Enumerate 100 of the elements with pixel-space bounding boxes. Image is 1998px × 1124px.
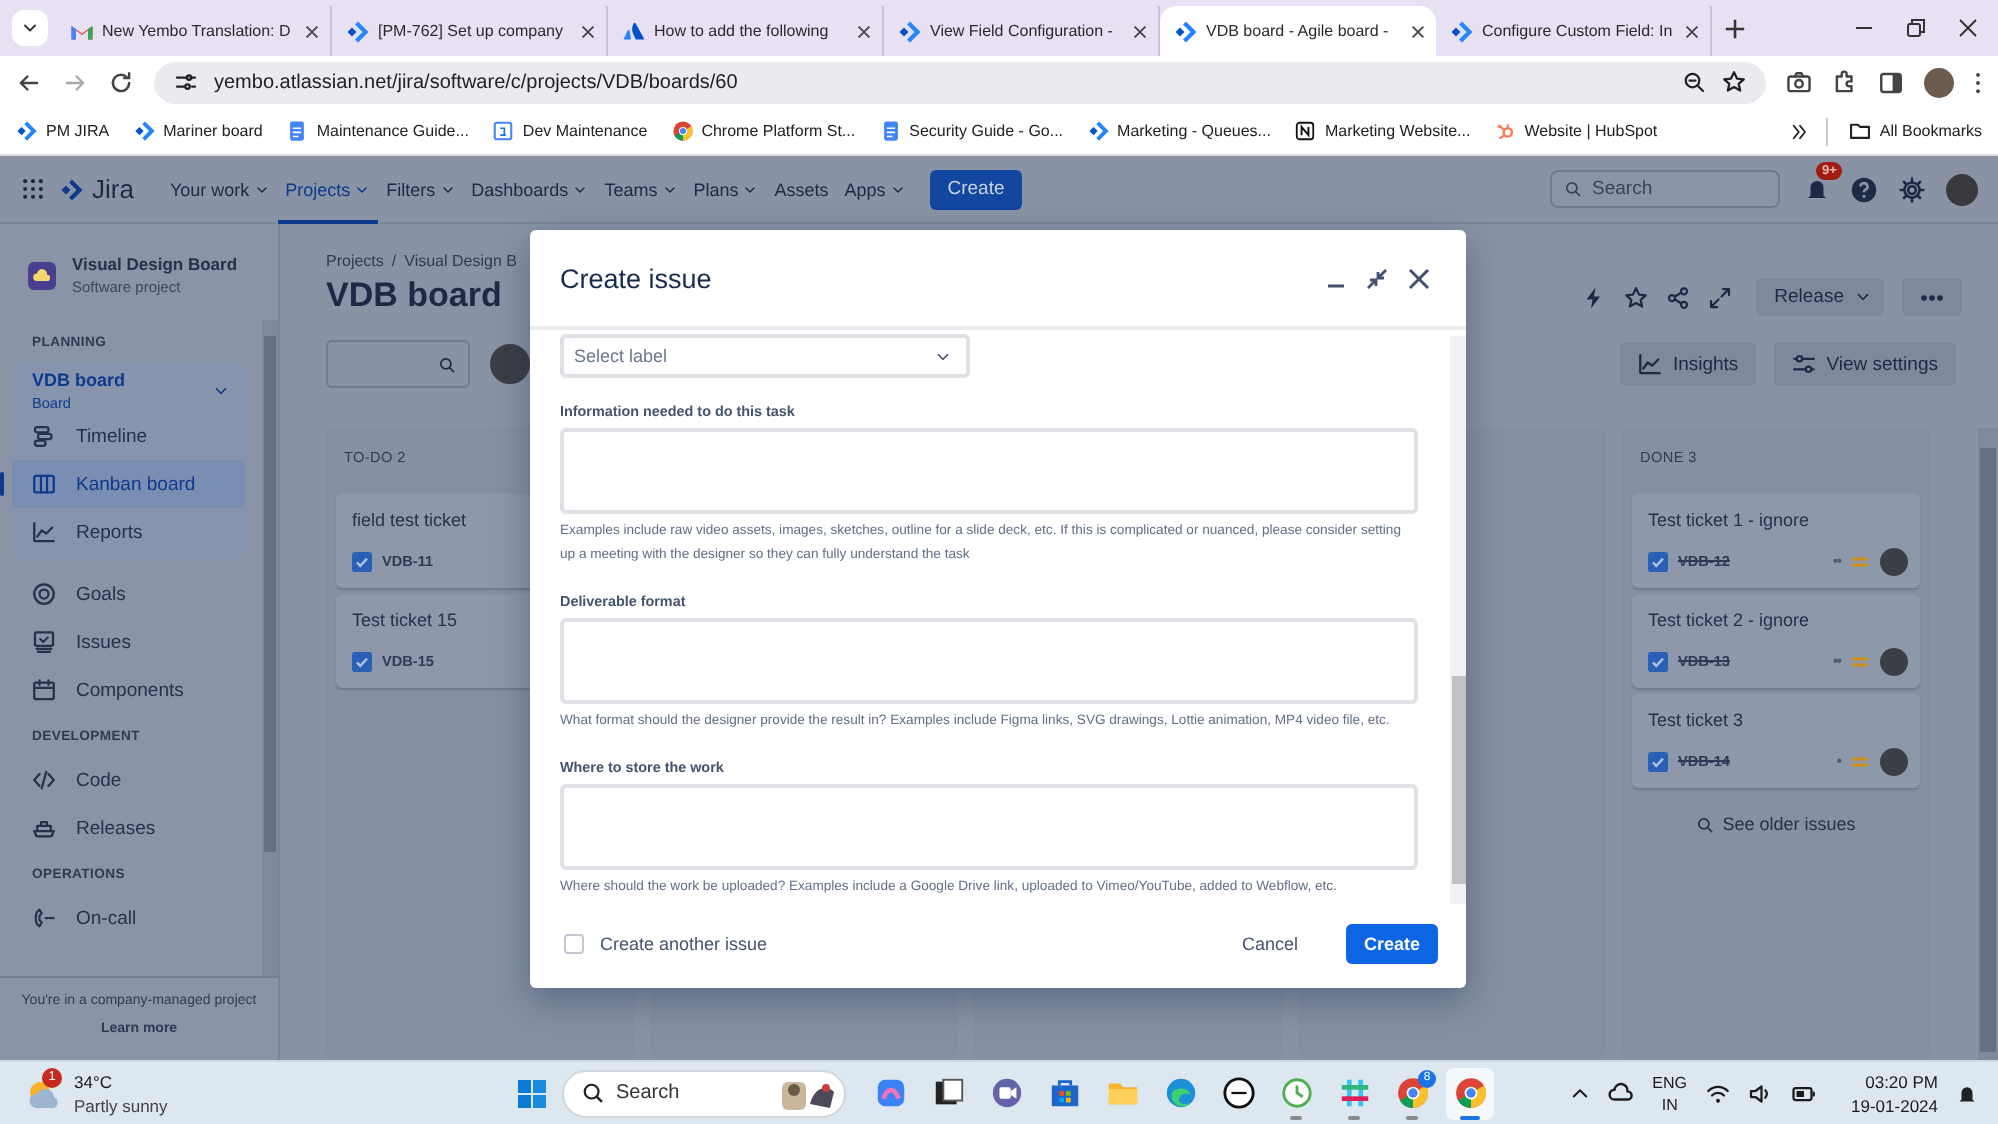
close-icon[interactable]	[304, 23, 320, 39]
new-tab-icon[interactable]	[1724, 17, 1746, 39]
more-button[interactable]	[1902, 278, 1962, 316]
close-icon[interactable]	[1410, 23, 1426, 39]
profile-avatar[interactable]	[1946, 173, 1978, 205]
sidebar-item[interactable]: Code	[12, 756, 247, 804]
text-area-field[interactable]	[560, 428, 1418, 514]
bookmark-link[interactable]: Mariner board	[129, 116, 267, 146]
insights-button[interactable]: Insights	[1620, 342, 1757, 386]
more-bookmarks-icon[interactable]	[1789, 121, 1810, 141]
bookmark-link[interactable]: Chrome Platform St...	[667, 116, 860, 146]
all-bookmarks-link[interactable]: All Bookmarks	[1843, 116, 1986, 146]
breadcrumb-separator: /	[391, 252, 397, 270]
windows-start-icon[interactable]	[516, 1077, 548, 1109]
more-icon[interactable]	[1974, 69, 1982, 95]
taskbar-search-field[interactable]: Search	[562, 1069, 846, 1117]
nav-menu-item[interactable]: Plans	[685, 156, 767, 223]
temperature-text: 34°C	[74, 1069, 114, 1093]
app-grid-icon[interactable]	[22, 178, 44, 200]
sidebar-item[interactable]: Releases	[12, 804, 247, 852]
star-icon[interactable]	[1722, 70, 1746, 94]
nav-menu-item[interactable]: Teams	[596, 156, 686, 223]
close-icon[interactable]	[1132, 23, 1148, 39]
bookmark-link[interactable]: Security Guide - Go...	[875, 116, 1068, 146]
breadcrumb-link[interactable]: Projects	[326, 252, 384, 270]
release-button[interactable]: Release	[1756, 278, 1884, 316]
sidebar-item[interactable]: Timeline	[12, 412, 247, 460]
zoom-icon[interactable]	[1682, 70, 1706, 94]
sidebar-item[interactable]: Reports	[12, 508, 247, 556]
nav-menu-item[interactable]: Assets	[766, 156, 837, 223]
bookmark-link[interactable]: Maintenance Guide...	[282, 116, 473, 146]
text-area-field[interactable]	[560, 784, 1418, 870]
label-select[interactable]: Select label	[560, 334, 970, 378]
speaker-icon[interactable]	[1747, 1081, 1772, 1105]
clock[interactable]: 03:20 PM 19-01-2024	[1851, 1069, 1938, 1117]
nav-menu-item[interactable]: Apps	[836, 156, 914, 223]
nav-menu-item[interactable]: Your work	[161, 156, 278, 223]
settings-icon[interactable]	[1898, 175, 1926, 203]
close-icon[interactable]	[856, 23, 872, 39]
address-bar[interactable]: yembo.atlassian.net/jira/software/c/projects/VDB/boards/60	[154, 61, 1766, 103]
site-settings-icon[interactable]	[174, 70, 198, 94]
browser-tab[interactable]: New Yembo Translation: D	[56, 6, 332, 56]
star-icon[interactable]	[1624, 285, 1649, 309]
cancel-button[interactable]: Cancel	[1225, 926, 1314, 962]
project-name[interactable]: Visual Design Board	[72, 254, 238, 274]
close-icon[interactable]	[1408, 267, 1430, 289]
nav-menu-item[interactable]: Projects	[277, 156, 379, 223]
breadcrumb-link[interactable]: Visual Design B	[404, 252, 517, 270]
bookmark-link[interactable]: Dev Maintenance	[488, 116, 652, 146]
tab-title: VDB board - Agile board -	[1206, 22, 1391, 40]
nav-menu-item[interactable]: Filters	[378, 156, 464, 223]
code-icon	[32, 768, 56, 792]
expand-icon[interactable]	[1708, 285, 1733, 309]
create-button[interactable]: Create	[929, 169, 1023, 209]
checkbox[interactable]	[564, 934, 584, 954]
notifications-icon[interactable]	[1956, 1081, 1978, 1105]
bookmark-link[interactable]: Marketing Website...	[1290, 116, 1475, 146]
side-panel-icon[interactable]	[1878, 69, 1904, 95]
search-field[interactable]: Search	[1550, 170, 1780, 208]
wifi-icon[interactable]	[1705, 1081, 1730, 1105]
battery-icon[interactable]	[1789, 1081, 1818, 1105]
browser-tab[interactable]: VDB board - Agile board -	[1160, 6, 1436, 56]
restore-icon[interactable]	[1906, 18, 1926, 38]
card-title: Test ticket 2 - ignore	[1648, 610, 1810, 630]
back-icon[interactable]	[16, 69, 42, 95]
close-icon[interactable]	[580, 23, 596, 39]
sidebar-item[interactable]: Goals	[12, 570, 247, 618]
search-field[interactable]	[326, 340, 470, 388]
create-button[interactable]: Create	[1345, 924, 1438, 964]
reload-icon[interactable]	[108, 69, 134, 95]
share-icon[interactable]	[1666, 285, 1691, 309]
board-name: VDB board	[32, 370, 126, 390]
language-indicator[interactable]: ENG IN	[1652, 1071, 1688, 1115]
browser-tab[interactable]: Configure Custom Field: In	[1436, 6, 1712, 56]
view-settings-button[interactable]: View settings	[1774, 342, 1956, 386]
text-area-field[interactable]	[560, 618, 1418, 704]
bookmark-link[interactable]: Marketing - Queues...	[1083, 116, 1275, 146]
bookmark-link[interactable]: PM JIRA	[12, 116, 114, 146]
sidebar-item[interactable]: On-call	[12, 894, 247, 942]
chevron-down-icon[interactable]	[212, 382, 231, 400]
nav-menu-item[interactable]: Dashboards	[463, 156, 597, 223]
sidebar-item[interactable]: Components	[12, 666, 247, 714]
profile-avatar[interactable]	[1924, 67, 1954, 97]
extensions-icon[interactable]	[1832, 69, 1858, 95]
camera-icon[interactable]	[1786, 69, 1812, 95]
browser-tab[interactable]: [PM-762] Set up company	[332, 6, 608, 56]
collapse-icon[interactable]	[1366, 267, 1388, 289]
help-icon[interactable]	[1850, 175, 1878, 203]
browser-tab[interactable]: How to add the following	[608, 6, 884, 56]
logo-icon	[1221, 1076, 1255, 1110]
jira-logo[interactable]: Jira	[60, 174, 134, 204]
user-avatar[interactable]	[488, 342, 532, 386]
chevron-up-icon[interactable]	[1570, 1083, 1591, 1103]
cloud-icon[interactable]	[1608, 1080, 1635, 1106]
bookmark-link[interactable]: Website | HubSpot	[1490, 116, 1662, 146]
sidebar-item[interactable]: Issues	[12, 618, 247, 666]
target-icon	[32, 582, 56, 606]
close-icon[interactable]	[1958, 18, 1978, 38]
close-icon[interactable]	[1684, 23, 1700, 39]
see-older-issues-link[interactable]: See older issues	[1696, 814, 1856, 834]
